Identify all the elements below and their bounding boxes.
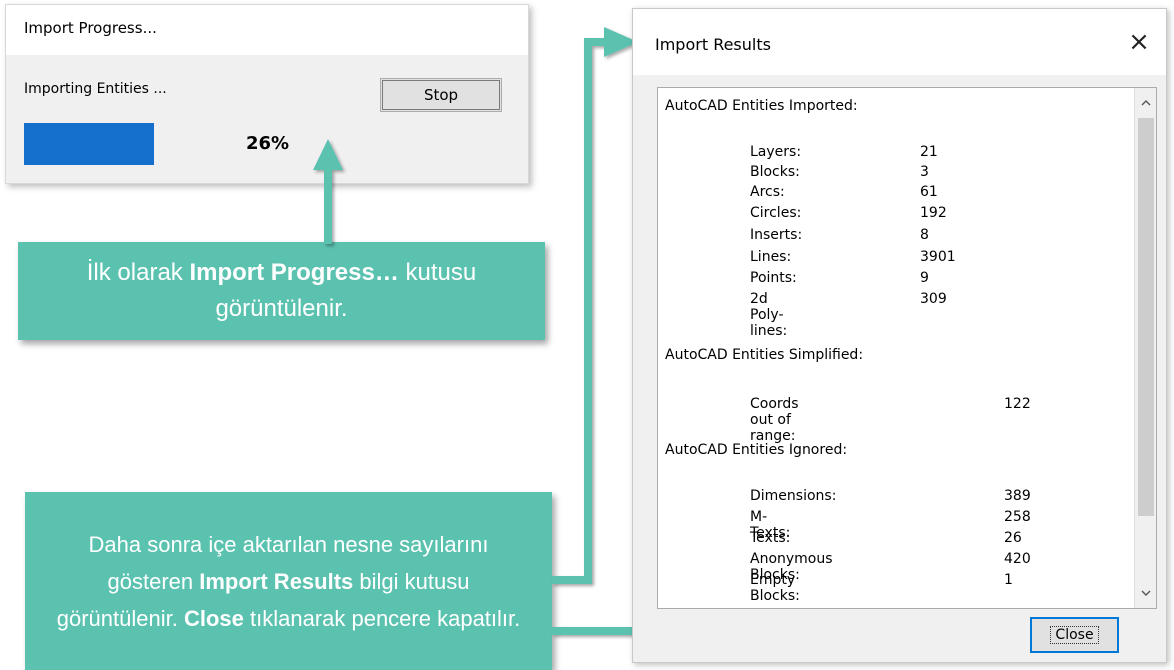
results-titlebar: Import Results × bbox=[633, 9, 1166, 75]
entry-value: 21 bbox=[920, 144, 938, 160]
callout-text: Daha sonra içe aktarılan nesne sayıların… bbox=[56, 531, 521, 631]
entry-value: 9 bbox=[920, 270, 929, 286]
entry-label: 2d Poly-lines: bbox=[750, 291, 788, 339]
entry-label: Coords out of range: bbox=[750, 396, 799, 444]
entry-value: 389 bbox=[1004, 488, 1031, 504]
progress-bar-fill bbox=[24, 123, 154, 165]
entry-label: Lines: bbox=[750, 249, 792, 265]
section-header-simplified: AutoCAD Entities Simplified: bbox=[665, 347, 864, 363]
entry-value: 26 bbox=[1004, 530, 1022, 546]
entry-value: 3901 bbox=[920, 249, 956, 265]
entry-label: Inserts: bbox=[750, 227, 803, 243]
vertical-scrollbar[interactable] bbox=[1134, 88, 1156, 608]
stop-button[interactable]: Stop bbox=[380, 78, 502, 112]
entry-value: 1 bbox=[1004, 572, 1013, 588]
progress-percent: 26% bbox=[246, 133, 290, 154]
entry-value: 420 bbox=[1004, 551, 1031, 567]
progress-status-text: Importing Entities ... bbox=[24, 81, 167, 97]
entry-value: 61 bbox=[920, 184, 938, 200]
callout-import-progress: İlk olarak Import Progress… kutusu görün… bbox=[18, 242, 545, 340]
entry-label: Points: bbox=[750, 270, 797, 286]
entry-value: 192 bbox=[920, 205, 947, 221]
import-progress-dialog: Import Progress... Importing Entities ..… bbox=[5, 4, 529, 184]
scroll-down-icon[interactable] bbox=[1135, 582, 1156, 604]
entry-label: Dimensions: bbox=[750, 488, 837, 504]
import-results-dialog: Import Results × AutoCAD Entities Import… bbox=[632, 8, 1167, 663]
entry-value: 3 bbox=[920, 164, 929, 180]
entry-label: Layers: bbox=[750, 144, 802, 160]
close-icon[interactable]: × bbox=[1124, 27, 1154, 57]
results-content: AutoCAD Entities Imported: Layers: 21 Blo… bbox=[658, 88, 1134, 608]
section-header-imported: AutoCAD Entities Imported: bbox=[665, 98, 858, 114]
entry-label: Circles: bbox=[750, 205, 802, 221]
results-dialog-title: Import Results bbox=[655, 35, 771, 54]
entry-label: Blocks: bbox=[750, 164, 800, 180]
entry-value: 309 bbox=[920, 291, 947, 307]
entry-label: Arcs: bbox=[750, 184, 785, 200]
entry-value: 8 bbox=[920, 227, 929, 243]
progress-dialog-title: Import Progress... bbox=[6, 5, 528, 55]
entry-label: Texts: bbox=[750, 530, 791, 546]
results-list[interactable]: AutoCAD Entities Imported: Layers: 21 Blo… bbox=[657, 87, 1157, 609]
arrow-elbow-vertical bbox=[584, 38, 592, 584]
callout-text: İlk olarak Import Progress… kutusu görün… bbox=[86, 259, 477, 322]
scroll-up-icon[interactable] bbox=[1135, 92, 1156, 114]
arrow-elbow-top bbox=[584, 38, 608, 46]
entry-label: Empty Blocks: bbox=[750, 572, 800, 604]
arrow-elbow-base bbox=[552, 576, 592, 584]
scrollbar-thumb[interactable] bbox=[1138, 118, 1154, 516]
close-button-label: Close bbox=[1050, 626, 1099, 644]
progress-bar bbox=[24, 123, 154, 165]
section-header-ignored: AutoCAD Entities Ignored: bbox=[665, 442, 848, 458]
entry-value: 258 bbox=[1004, 509, 1031, 525]
close-button[interactable]: Close bbox=[1030, 617, 1119, 653]
callout-import-results: Daha sonra içe aktarılan nesne sayıların… bbox=[25, 492, 552, 670]
entry-value: 122 bbox=[1004, 396, 1031, 412]
